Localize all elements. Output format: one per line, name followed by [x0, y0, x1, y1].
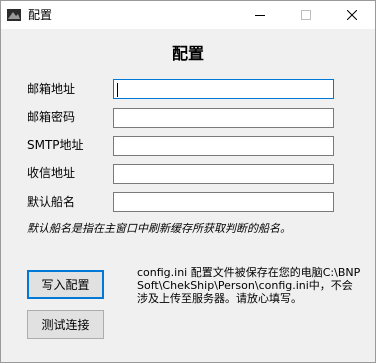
window-title: 配置: [28, 8, 53, 22]
default-ship-input[interactable]: [113, 192, 334, 212]
recipient-address-input[interactable]: [113, 164, 334, 184]
email-address-label: 邮箱地址: [27, 82, 76, 96]
default-ship-hint: 默认船名是指在主窗口中刷新缓存所获取判断的船名。: [27, 222, 291, 235]
test-connection-button[interactable]: 测试连接: [27, 310, 104, 339]
maximize-icon: [301, 10, 311, 20]
default-ship-label: 默认船名: [27, 195, 76, 209]
minimize-button[interactable]: [237, 1, 283, 29]
app-icon: [7, 9, 21, 21]
email-address-input[interactable]: [113, 79, 334, 99]
page-heading: 配置: [171, 44, 204, 63]
close-button[interactable]: [329, 1, 375, 29]
smtp-address-label: SMTP地址: [27, 138, 84, 152]
write-config-button[interactable]: 写入配置: [27, 270, 104, 299]
close-icon: [347, 10, 357, 20]
config-info-text: config.ini 配置文件被保存在您的电脑C:\BNPSoft\ChekSh…: [137, 266, 361, 305]
maximize-button[interactable]: [283, 1, 329, 29]
email-password-input[interactable]: [113, 108, 334, 128]
smtp-address-input[interactable]: [113, 136, 334, 156]
config-window: 配置 配置 邮箱地址 邮箱密码 SMTP地址 收信地址 默认船名 默认船名是指在…: [0, 0, 376, 363]
title-bar[interactable]: 配置: [1, 1, 375, 29]
minimize-icon: [255, 15, 265, 16]
recipient-address-label: 收信地址: [27, 166, 76, 180]
text-caret: [117, 83, 118, 97]
email-password-label: 邮箱密码: [27, 110, 76, 124]
